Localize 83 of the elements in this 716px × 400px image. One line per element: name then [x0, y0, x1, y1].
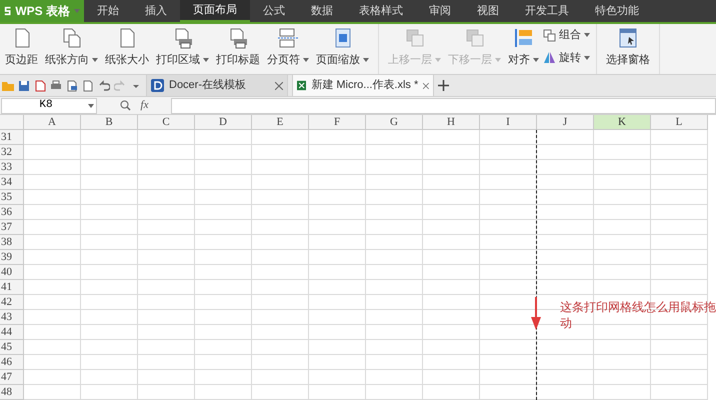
row-header[interactable]: 39 — [0, 250, 24, 265]
row-header[interactable]: 42 — [0, 295, 24, 310]
app-menu-button[interactable]: WPS 表格 — [0, 0, 84, 22]
ribbon-button[interactable]: 打印区域 — [153, 24, 212, 68]
row-header[interactable]: 37 — [0, 220, 24, 235]
menu-tab[interactable]: 公式 — [250, 0, 298, 22]
column-header[interactable]: C — [138, 115, 195, 130]
ribbon-button[interactable]: 页面缩放 — [313, 24, 372, 68]
selection-pane-icon — [617, 27, 639, 49]
column-header[interactable]: A — [24, 115, 81, 130]
corner-cell[interactable] — [0, 115, 24, 130]
row-header[interactable]: 45 — [0, 340, 24, 355]
caret-icon — [88, 104, 94, 108]
align-icon — [512, 27, 534, 49]
ribbon-button[interactable]: 纸张方向 — [42, 24, 101, 68]
column-header[interactable]: L — [651, 115, 708, 130]
column-header[interactable]: D — [195, 115, 252, 130]
formula-field[interactable] — [171, 98, 716, 114]
row-header[interactable]: 43 — [0, 310, 24, 325]
document-tab[interactable]: 新建 Micro...作表.xls * — [292, 75, 434, 96]
menu-tab[interactable]: 数据 — [298, 0, 346, 22]
column-header[interactable]: E — [252, 115, 309, 130]
menu-tab[interactable]: 页面布局 — [180, 0, 250, 22]
row-header[interactable]: 41 — [0, 280, 24, 295]
ribbon-button[interactable]: 对齐 — [505, 24, 542, 68]
ribbon-button[interactable]: 分页符 — [264, 24, 312, 68]
row-header[interactable]: 44 — [0, 325, 24, 340]
ribbon-button[interactable]: 纸张大小 — [102, 24, 152, 68]
row-header[interactable]: 35 — [0, 190, 24, 205]
layers-icon — [464, 27, 486, 49]
function-label[interactable]: fx — [140, 97, 148, 114]
column-header[interactable]: G — [366, 115, 423, 130]
menu-tab[interactable]: 开始 — [84, 0, 132, 22]
row-header[interactable]: 31 — [0, 130, 24, 145]
print-preview-icon[interactable] — [66, 80, 78, 92]
pages-icon — [60, 27, 82, 49]
page-break-icon — [277, 27, 299, 49]
logo-icon — [4, 5, 12, 17]
row-header[interactable]: 36 — [0, 205, 24, 220]
column-header[interactable]: B — [81, 115, 138, 130]
menu-tab[interactable]: 审阅 — [416, 0, 464, 22]
ribbon-button[interactable]: 页边距 — [2, 24, 41, 68]
column-header[interactable]: I — [480, 115, 537, 130]
column-header[interactable]: J — [537, 115, 594, 130]
pdf-icon[interactable] — [34, 80, 46, 92]
row-header[interactable]: 48 — [0, 385, 24, 400]
ribbon-button[interactable]: 旋转 — [543, 50, 590, 66]
document-icon[interactable] — [82, 80, 94, 92]
menu-tab[interactable]: 开发工具 — [512, 0, 582, 22]
row-header[interactable]: 46 — [0, 355, 24, 370]
document-tab[interactable]: Docer-在线模板 — [146, 75, 288, 96]
row-header[interactable]: 33 — [0, 160, 24, 175]
docer-logo-icon — [151, 79, 164, 92]
close-icon[interactable] — [423, 82, 429, 90]
caret-icon — [74, 9, 80, 13]
annotation-text: 这条打印网格线怎么用鼠标拖动 — [560, 299, 716, 331]
column-header[interactable]: K — [594, 115, 651, 130]
menu-tab[interactable]: 插入 — [132, 0, 180, 22]
print-icon[interactable] — [50, 80, 62, 92]
arrow-icon — [530, 297, 542, 330]
name-box[interactable]: K8 — [1, 98, 97, 114]
menu-tab[interactable]: 视图 — [464, 0, 512, 22]
ribbon-button[interactable]: 打印标题 — [213, 24, 263, 68]
row-header[interactable]: 34 — [0, 175, 24, 190]
rotate-icon — [543, 51, 556, 64]
zoom-icon[interactable] — [120, 100, 131, 111]
close-icon[interactable] — [275, 82, 283, 90]
column-header[interactable]: F — [309, 115, 366, 130]
row-header[interactable]: 38 — [0, 235, 24, 250]
add-tab-icon[interactable] — [438, 80, 449, 91]
row-header[interactable]: 47 — [0, 370, 24, 385]
row-header[interactable]: 32 — [0, 145, 24, 160]
layers-icon — [404, 27, 426, 49]
ribbon-button[interactable]: 组合 — [543, 27, 590, 44]
group-icon — [543, 28, 556, 42]
column-header[interactable]: H — [423, 115, 480, 130]
row-header[interactable]: 40 — [0, 265, 24, 280]
menu-tab[interactable]: 特色功能 — [582, 0, 652, 22]
ribbon-button[interactable]: 选择窗格 — [603, 24, 653, 68]
menu-tab[interactable]: 表格样式 — [346, 0, 416, 22]
save-icon[interactable] — [18, 80, 30, 92]
spreadsheet-icon — [297, 79, 306, 92]
undo-icon[interactable] — [98, 80, 110, 92]
